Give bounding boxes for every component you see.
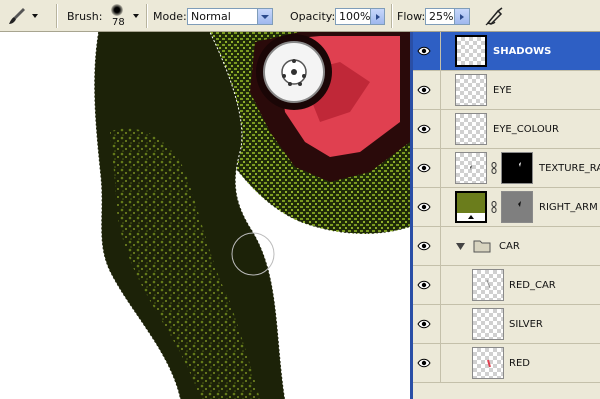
eye-icon <box>417 241 431 251</box>
layer-thumbnail <box>472 347 504 379</box>
layer-row-red[interactable]: RED <box>413 344 600 383</box>
layer-thumbnail <box>455 74 487 106</box>
layers-panel: SHADOWS EYE EYE_COLOUR TEXTURE_RA RIGHT_… <box>410 32 600 399</box>
layer-row-eye[interactable]: EYE <box>413 71 600 110</box>
opacity-field[interactable]: 100% <box>335 8 385 25</box>
layer-thumbnail <box>455 152 487 184</box>
layer-thumbnail <box>455 113 487 145</box>
brush-tool-icon <box>9 8 25 24</box>
visibility-toggle[interactable] <box>413 110 441 149</box>
eye-icon <box>417 124 431 134</box>
visibility-toggle[interactable] <box>413 266 441 305</box>
visibility-toggle[interactable] <box>413 344 441 383</box>
opacity-value: 100% <box>339 10 371 23</box>
brush-tip-icon <box>111 4 123 16</box>
visibility-toggle[interactable] <box>413 227 441 266</box>
artwork <box>93 32 410 399</box>
layer-name: TEXTURE_RA <box>539 163 600 174</box>
layer-thumbnail <box>472 269 504 301</box>
link-chain-icon[interactable] <box>491 201 497 213</box>
tool-options-bar: Brush: 78 Mode: Normal Opacity: 100% Flo… <box>0 0 600 32</box>
mode-dropdown-icon[interactable] <box>257 9 272 24</box>
layer-name: SHADOWS <box>493 46 552 57</box>
visibility-toggle[interactable] <box>413 305 441 344</box>
layer-group-car[interactable]: CAR <box>413 227 600 266</box>
eye-icon <box>417 46 431 56</box>
layer-name: SILVER <box>509 319 543 330</box>
layer-mask-thumbnail[interactable] <box>501 152 533 184</box>
airbrush-toggle[interactable] <box>484 5 506 27</box>
visibility-toggle[interactable] <box>413 71 441 110</box>
layer-name: EYE_COLOUR <box>493 124 559 135</box>
layer-row-right-arm[interactable]: RIGHT_ARM <box>413 188 600 227</box>
flow-slider-icon[interactable] <box>454 9 469 24</box>
flow-field[interactable]: 25% <box>425 8 470 25</box>
brush-picker-arrow-icon[interactable] <box>133 14 139 18</box>
mode-select[interactable]: Normal <box>187 8 273 25</box>
layer-mask-thumbnail[interactable] <box>501 191 533 223</box>
flow-label: Flow: <box>397 9 426 23</box>
mode-label: Mode: <box>153 9 187 23</box>
layer-row-silver[interactable]: SILVER <box>413 305 600 344</box>
flow-value: 25% <box>429 10 454 23</box>
brush-picker[interactable]: 78 <box>104 2 132 30</box>
layer-name: RED_CAR <box>509 280 556 291</box>
tool-preset-picker[interactable] <box>6 4 42 28</box>
chevron-down-icon <box>32 14 38 18</box>
opacity-slider-icon[interactable] <box>370 9 384 24</box>
eye-icon <box>417 85 431 95</box>
opacity-label: Opacity: <box>290 9 336 23</box>
layer-thumbnail <box>455 35 487 67</box>
layer-name: EYE <box>493 85 512 96</box>
brush-size: 78 <box>112 17 125 28</box>
layer-thumbnail <box>472 308 504 340</box>
layer-name: RED <box>509 358 530 369</box>
eye-icon <box>417 319 431 329</box>
eye-icon <box>417 358 431 368</box>
link-chain-icon[interactable] <box>491 162 497 174</box>
airbrush-icon <box>485 7 503 26</box>
mode-value: Normal <box>191 10 231 23</box>
layer-row-red-car[interactable]: RED_CAR <box>413 266 600 305</box>
brush-label: Brush: <box>67 9 103 23</box>
document-canvas[interactable] <box>0 32 410 399</box>
layer-row-eye-colour[interactable]: EYE_COLOUR <box>413 110 600 149</box>
eye-icon <box>417 163 431 173</box>
layer-name: RIGHT_ARM <box>539 202 598 213</box>
fill-layer-thumbnail[interactable] <box>455 191 487 223</box>
layer-row-shadows[interactable]: SHADOWS <box>413 32 600 71</box>
visibility-toggle[interactable] <box>413 149 441 188</box>
expand-triangle-icon[interactable] <box>456 243 465 251</box>
folder-icon <box>473 240 491 253</box>
layer-row-texture[interactable]: TEXTURE_RA <box>413 149 600 188</box>
visibility-toggle[interactable] <box>413 188 441 227</box>
layer-thumbnail-art <box>470 165 472 170</box>
group-name: CAR <box>499 241 520 252</box>
eye-icon <box>417 280 431 290</box>
eye-icon <box>417 202 431 212</box>
visibility-toggle[interactable] <box>413 32 441 71</box>
